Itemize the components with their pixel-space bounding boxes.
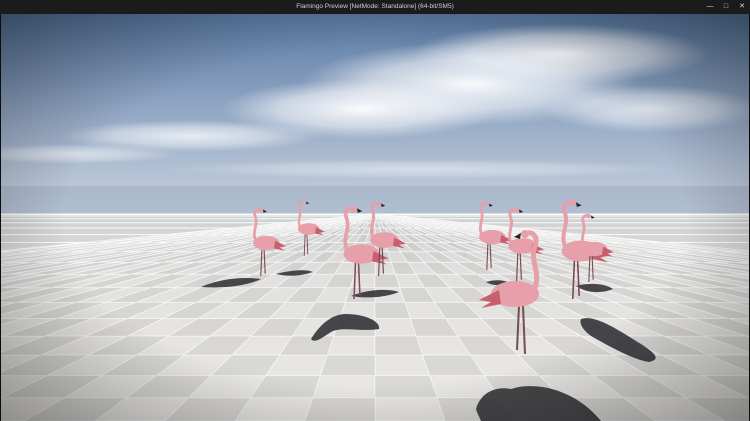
minimize-icon[interactable]: — [702,0,718,14]
scene-render [1,14,749,421]
window-controls: — □ ✕ [702,0,750,14]
game-window: Flamingo Preview [NetMode: Standalone] (… [0,0,750,421]
close-icon[interactable]: ✕ [734,0,750,14]
vignette [1,14,749,421]
maximize-icon[interactable]: □ [718,0,734,14]
window-title: Flamingo Preview [NetMode: Standalone] (… [296,3,454,10]
game-viewport[interactable] [1,14,749,421]
title-bar[interactable]: Flamingo Preview [NetMode: Standalone] (… [0,0,750,14]
